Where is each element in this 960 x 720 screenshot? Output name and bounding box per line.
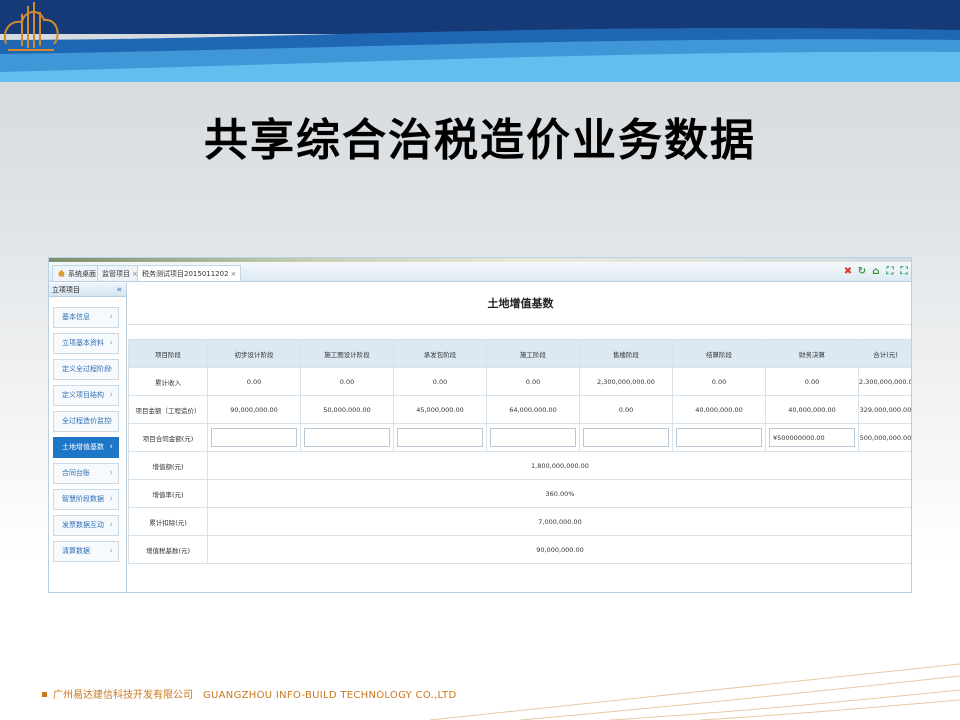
company-name-en: GUANGZHOU INFO-BUILD TECHNOLOGY CO.,LTD <box>203 690 457 701</box>
footer-company: 广州易达建信科技开发有限公司 GUANGZHOU INFO-BUILD TECHN… <box>42 686 456 701</box>
footer-decoration <box>429 663 960 720</box>
company-name-cn: 广州易达建信科技开发有限公司 <box>53 690 193 701</box>
bullet-square-icon <box>42 692 47 697</box>
